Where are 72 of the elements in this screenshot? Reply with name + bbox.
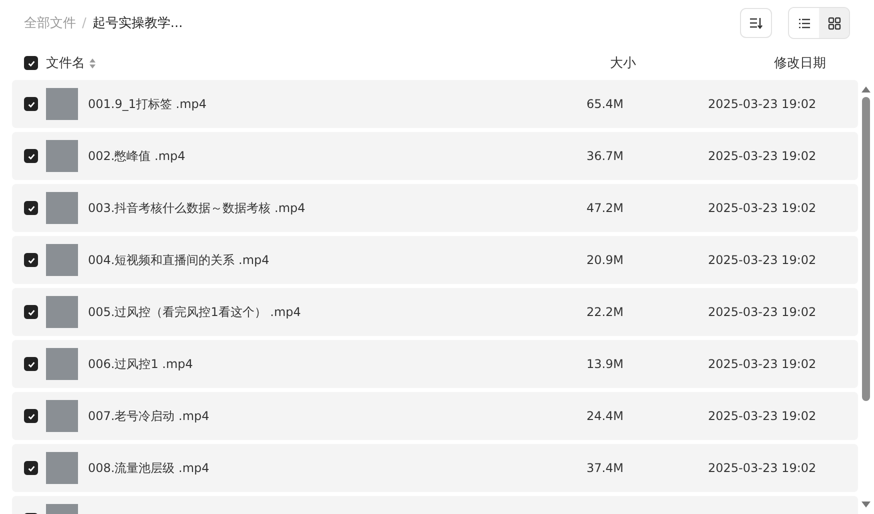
scrollbar-thumb[interactable] — [862, 97, 870, 401]
check-icon — [26, 204, 36, 212]
checkbox[interactable] — [24, 201, 38, 215]
photo-placeholder — [46, 244, 78, 276]
photo-placeholder — [46, 140, 78, 172]
file-row[interactable]: 007.老号冷启动 .mp4 24.4M 2025-03-23 19:02 — [12, 392, 858, 440]
grid-icon — [828, 16, 840, 30]
file-size: 65.4M — [585, 97, 625, 111]
file-size: 20.9M — [585, 253, 625, 267]
file-row[interactable]: 002.憋峰值 .mp4 36.7M 2025-03-23 19:02 — [12, 132, 858, 180]
photo-placeholder — [46, 452, 78, 484]
check-icon — [26, 360, 36, 368]
checkbox[interactable] — [24, 149, 38, 163]
modified-date: 2025-03-23 19:02 — [708, 305, 816, 319]
file-size: 47.2M — [585, 201, 625, 215]
checkbox[interactable] — [24, 357, 38, 371]
scroll-up-icon[interactable] — [861, 86, 871, 93]
file-name: 005.过风控（看完风控1看这个） .mp4 — [88, 304, 302, 320]
modified-date: 2025-03-23 19:02 — [708, 357, 816, 371]
file-name: 007.老号冷启动 .mp4 — [88, 408, 210, 424]
checkbox[interactable] — [24, 305, 38, 319]
file-row[interactable]: 008.流量池层级 .mp4 37.4M 2025-03-23 19:02 — [12, 444, 858, 492]
checkbox[interactable] — [24, 253, 38, 267]
scroll-down-icon[interactable] — [861, 501, 871, 508]
file-row[interactable]: 006.过风控1 .mp4 13.9M 2025-03-23 19:02 — [12, 340, 858, 388]
breadcrumb-item[interactable]: 起号实操教学... — [92, 14, 183, 32]
file-row[interactable]: 003.抖音考核什么数据～数据考核 .mp4 47.2M 2025-03-23 19:02 — [12, 184, 858, 232]
modified-date: 2025-03-23 19:02 — [708, 253, 816, 267]
photo-placeholder — [46, 88, 78, 120]
modified-date: 2025-03-23 19:02 — [708, 149, 816, 163]
modified-date: 2025-03-23 19:02 — [708, 409, 816, 423]
photo-placeholder — [46, 400, 78, 432]
checkbox[interactable] — [24, 97, 38, 111]
check-icon — [26, 256, 36, 264]
modified-date: 2025-03-23 19:02 — [708, 97, 816, 111]
checkbox[interactable] — [24, 56, 38, 70]
check-icon — [26, 152, 36, 160]
grid-view-button[interactable] — [819, 8, 849, 38]
file-row[interactable]: 004.短视频和直播间的关系 .mp4 20.9M 2025-03-23 19:02 — [12, 236, 858, 284]
sort-button[interactable] — [740, 8, 772, 38]
file-size: 36.7M — [585, 149, 625, 163]
checkbox[interactable] — [24, 461, 38, 475]
file-size: 22.2M — [585, 305, 625, 319]
column-header: 大小 — [610, 56, 636, 71]
file-size: 13.9M — [585, 357, 625, 371]
file-name: 003.抖音考核什么数据～数据考核 .mp4 — [88, 200, 306, 216]
file-name: 004.短视频和直播间的关系 .mp4 — [88, 252, 270, 268]
modified-date: 2025-03-23 19:02 — [708, 461, 816, 475]
column-header: 修改日期 — [774, 55, 826, 72]
sort-icon — [749, 17, 763, 29]
photo-placeholder — [46, 192, 78, 224]
check-icon — [26, 100, 36, 108]
file-size: 24.4M — [585, 409, 625, 423]
file-row[interactable]: 005.过风控（看完风控1看这个） .mp4 22.2M 2025-03-23 19:02 — [12, 288, 858, 336]
breadcrumb-separator: / — [82, 16, 86, 30]
file-name: 006.过风控1 .mp4 — [88, 356, 194, 372]
file-size: 37.4M — [585, 461, 625, 475]
file-name: 008.流量池层级 .mp4 — [88, 460, 210, 476]
column-header: 文件名 — [46, 55, 85, 72]
file-row[interactable]: 001.9_1打标签 .mp4 65.4M 2025-03-23 19:02 — [12, 80, 858, 128]
check-icon — [26, 464, 36, 472]
file-name: 002.憋峰值 .mp4 — [88, 148, 186, 164]
check-icon — [26, 412, 36, 420]
file-name: 001.9_1打标签 .mp4 — [88, 96, 208, 112]
photo-placeholder — [46, 296, 78, 328]
list-icon — [798, 18, 810, 28]
check-icon — [26, 58, 36, 68]
check-icon — [26, 308, 36, 316]
sort-icon[interactable] — [89, 58, 96, 68]
checkbox[interactable] — [24, 409, 38, 423]
modified-date: 2025-03-23 19:02 — [708, 201, 816, 215]
photo-placeholder — [46, 348, 78, 380]
